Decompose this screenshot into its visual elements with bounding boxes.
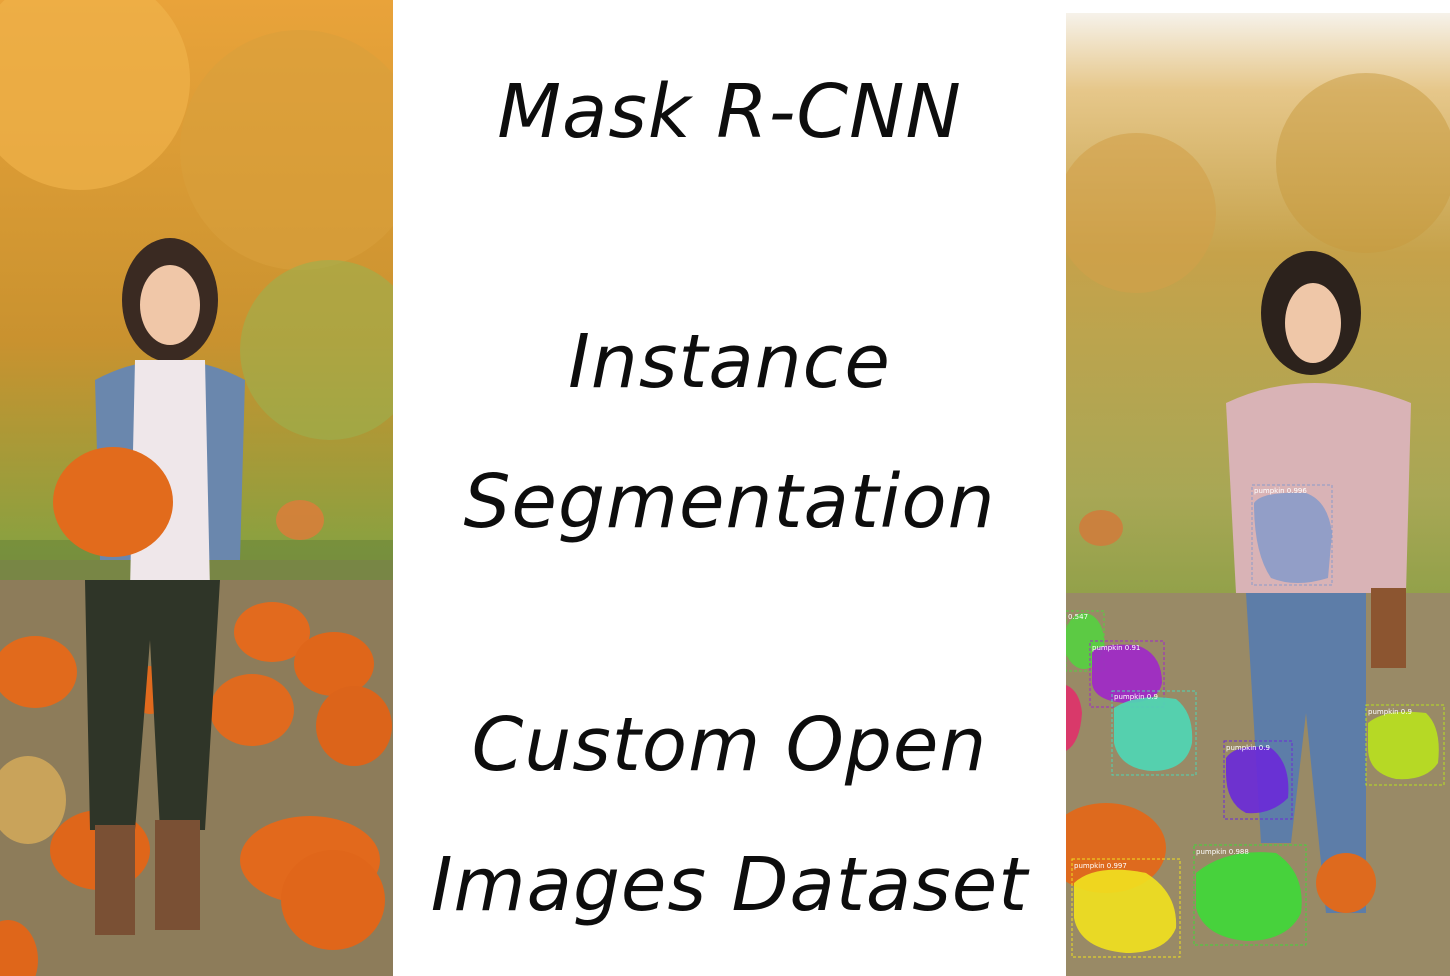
svg-text:pumpkin 0.988: pumpkin 0.988 [1196,848,1249,856]
svg-text:pumpkin 0.997: pumpkin 0.997 [1074,862,1127,870]
title-panel: Mask R-CNN Instance Segmentation Custom … [393,0,1066,976]
title-line-images-dataset: Images Dataset [430,842,1029,928]
title-line-segmentation: Segmentation [463,459,996,545]
svg-text:0.547: 0.547 [1068,613,1088,621]
title-line-instance: Instance [568,319,891,405]
right-photo: pumpkin 0.996 0.547 pumpkin 0.91 pumpkin… [1066,13,1450,976]
left-photo [0,0,393,976]
svg-text:pumpkin 0.9: pumpkin 0.9 [1226,744,1270,752]
svg-text:pumpkin 0.91: pumpkin 0.91 [1092,644,1140,652]
svg-text:pumpkin 0.9: pumpkin 0.9 [1368,708,1412,716]
det-label-1: pumpkin 0.996 [1254,487,1307,495]
title-line-mask-rcnn: Mask R-CNN [497,69,962,155]
title-line-custom-open: Custom Open [471,702,988,788]
svg-text:pumpkin 0.9: pumpkin 0.9 [1114,693,1158,701]
